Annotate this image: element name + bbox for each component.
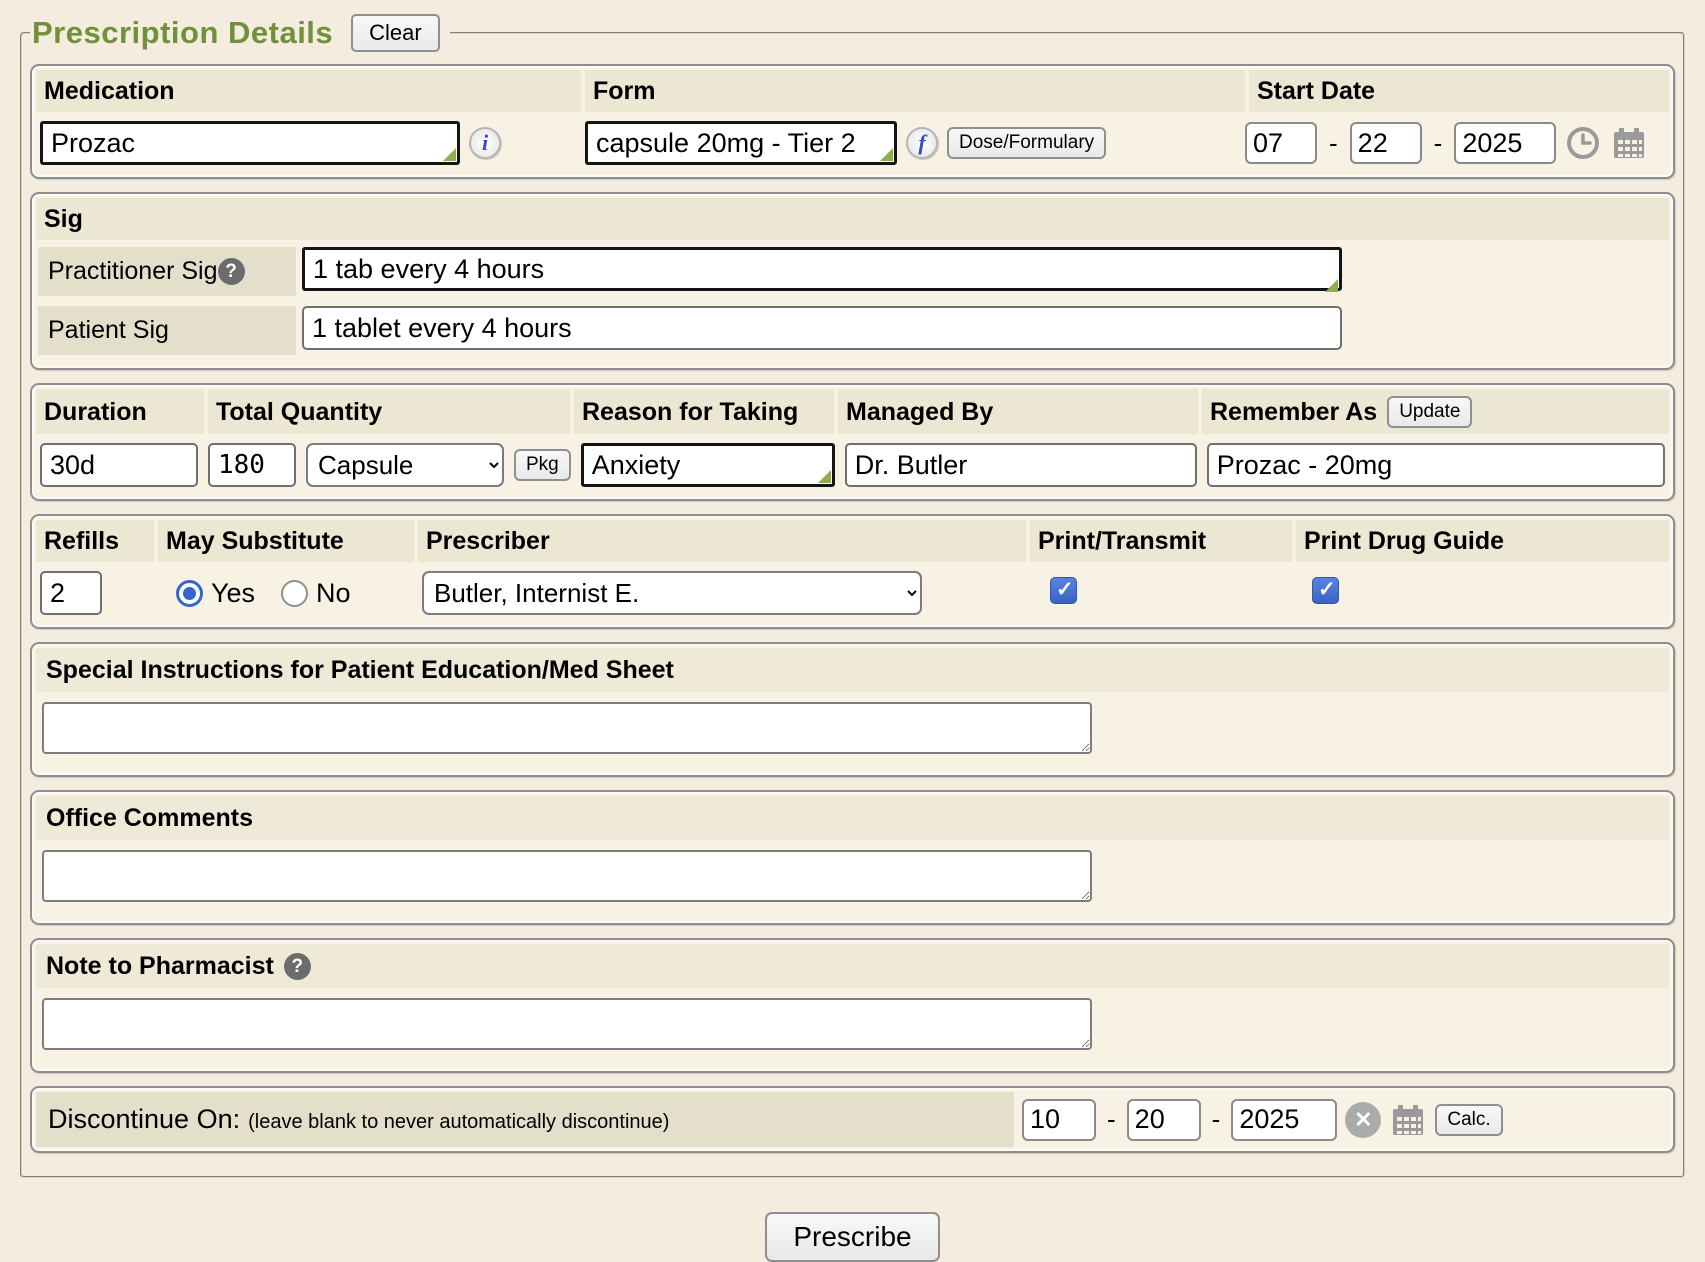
start-month-input[interactable] [1245, 122, 1317, 164]
autocomplete-corner-icon [880, 148, 893, 161]
practitioner-sig-row: Practitioner Sig? [38, 244, 1667, 299]
clear-date-icon[interactable]: ✕ [1345, 1102, 1381, 1138]
date-separator: - [1434, 128, 1443, 159]
autocomplete-corner-icon [818, 470, 831, 483]
may-substitute-label: May Substitute [158, 520, 414, 562]
remember-as-input[interactable] [1207, 443, 1665, 487]
calc-button[interactable]: Calc. [1435, 1104, 1502, 1136]
sig-header: Sig [36, 198, 1669, 240]
patient-sig-input[interactable] [302, 306, 1342, 350]
calendar-icon[interactable] [1610, 124, 1648, 162]
medication-input-row: i f Dose/Formulary - - [36, 112, 1669, 173]
practitioner-sig-help-icon[interactable]: ? [218, 258, 245, 285]
patient-sig-row: Patient Sig [38, 303, 1667, 358]
discontinue-label: Discontinue On: (leave blank to never au… [36, 1092, 1014, 1147]
duration-label: Duration [36, 389, 204, 434]
note-to-pharmacist-help-icon[interactable]: ? [284, 953, 311, 980]
clock-icon[interactable] [1565, 125, 1601, 161]
autocomplete-corner-icon [1325, 279, 1338, 292]
date-separator: - [1329, 128, 1338, 159]
pkg-button[interactable]: Pkg [514, 449, 571, 481]
start-date-label: Start Date [1249, 70, 1669, 112]
prescription-details-fieldset: Prescription Details Clear Medication Fo… [20, 14, 1685, 1178]
substitute-yes-radio[interactable] [176, 580, 203, 607]
discontinue-month-input[interactable] [1022, 1099, 1096, 1141]
patient-sig-label: Patient Sig [38, 306, 296, 355]
refills-section: Refills May Substitute Prescriber Print/… [30, 514, 1675, 629]
reason-label: Reason for Taking [574, 389, 834, 434]
start-year-input[interactable] [1454, 122, 1556, 164]
medication-label: Medication [36, 70, 581, 112]
discontinue-section: Discontinue On: (leave blank to never au… [30, 1086, 1675, 1153]
office-comments-section: Office Comments [30, 790, 1675, 925]
update-button[interactable]: Update [1387, 396, 1472, 428]
medication-info-icon[interactable]: i [469, 127, 501, 159]
substitute-yes-label: Yes [211, 578, 255, 609]
start-day-input[interactable] [1350, 122, 1422, 164]
refills-input[interactable] [40, 571, 102, 615]
special-instructions-textarea[interactable] [42, 702, 1092, 754]
quantity-input[interactable] [208, 443, 296, 487]
note-to-pharmacist-textarea[interactable] [42, 998, 1092, 1050]
print-transmit-label: Print/Transmit [1030, 520, 1292, 562]
special-instructions-header: Special Instructions for Patient Educati… [36, 648, 1669, 692]
special-instructions-section: Special Instructions for Patient Educati… [30, 642, 1675, 777]
reason-input[interactable] [581, 443, 835, 487]
prescriber-label: Prescriber [418, 520, 1026, 562]
page-title: Prescription Details [32, 15, 333, 51]
sig-section: Sig Practitioner Sig? Patient Sig [30, 192, 1675, 370]
prescription-details-legend: Prescription Details Clear [30, 14, 450, 52]
office-comments-header: Office Comments [36, 796, 1669, 840]
managed-by-input[interactable] [845, 443, 1197, 487]
print-transmit-checkbox[interactable] [1050, 577, 1077, 604]
date-separator: - [1212, 1104, 1221, 1135]
calendar-icon[interactable] [1389, 1101, 1427, 1139]
medication-input[interactable] [40, 121, 460, 165]
substitute-no-radio[interactable] [281, 580, 308, 607]
total-quantity-label: Total Quantity [208, 389, 570, 434]
prescribe-button[interactable]: Prescribe [765, 1212, 939, 1262]
form-label: Form [585, 70, 1245, 112]
substitute-no-label: No [316, 578, 351, 609]
form-cell: f Dose/Formulary [585, 121, 1245, 165]
autocomplete-corner-icon [443, 148, 456, 161]
print-drug-guide-checkbox[interactable] [1312, 577, 1339, 604]
dose-formulary-button[interactable]: Dose/Formulary [947, 127, 1106, 159]
practitioner-sig-input[interactable] [302, 247, 1342, 291]
remember-as-label: Remember As Update [1202, 389, 1669, 434]
details-section: Duration Total Quantity Reason for Takin… [30, 383, 1675, 501]
duration-input[interactable] [40, 443, 198, 487]
office-comments-textarea[interactable] [42, 850, 1092, 902]
date-separator: - [1107, 1104, 1116, 1135]
footer: Prescribe [0, 1212, 1705, 1262]
prescriber-select[interactable]: Butler, Internist E. [422, 571, 922, 615]
note-to-pharmacist-section: Note to Pharmacist ? [30, 938, 1675, 1073]
managed-by-label: Managed By [838, 389, 1198, 434]
may-substitute-group: Yes No [162, 578, 422, 609]
form-input[interactable] [585, 121, 897, 165]
print-drug-guide-label: Print Drug Guide [1296, 520, 1669, 562]
note-to-pharmacist-header: Note to Pharmacist ? [36, 944, 1669, 988]
medication-header-row: Medication Form Start Date [36, 70, 1669, 112]
practitioner-sig-label: Practitioner Sig? [38, 247, 296, 296]
clear-button[interactable]: Clear [351, 14, 440, 52]
medication-section: Medication Form Start Date i f Dose/Form… [30, 64, 1675, 179]
discontinue-day-input[interactable] [1127, 1099, 1201, 1141]
formulary-icon[interactable]: f [906, 127, 938, 159]
medication-cell: i [40, 121, 585, 165]
quantity-unit-select[interactable]: Capsule [306, 443, 504, 487]
start-date-cell: - - [1245, 122, 1665, 164]
discontinue-year-input[interactable] [1231, 1099, 1337, 1141]
refills-label: Refills [36, 520, 154, 562]
